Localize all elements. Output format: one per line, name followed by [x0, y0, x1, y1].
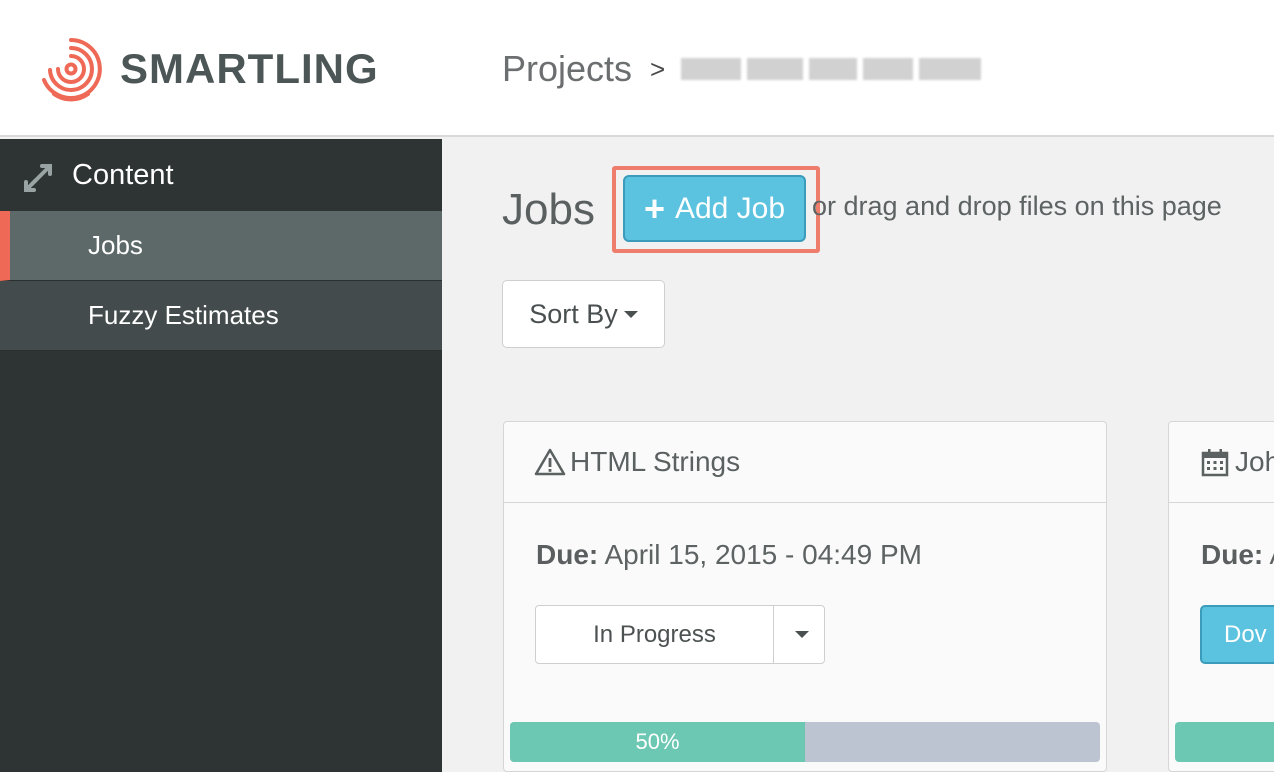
sidebar-item-label: Fuzzy Estimates [88, 300, 279, 330]
drag-drop-hint: or drag and drop files on this page [812, 191, 1222, 221]
add-job-label: Add Job [674, 191, 786, 225]
sidebar: Content Jobs Fuzzy Estimates [0, 139, 442, 772]
sort-by-button[interactable]: Sort By [502, 280, 665, 348]
sidebar-item-jobs[interactable]: Jobs [0, 211, 442, 281]
due-value: April 15, 2015 - 04:49 PM [604, 539, 922, 570]
job-due-date: Due: April 15, 2015 - 04:49 PM [536, 539, 922, 571]
breadcrumb-project-name-redacted [681, 51, 997, 87]
due-label: Due: [1201, 539, 1264, 570]
download-button[interactable]: Dov [1200, 605, 1274, 664]
job-card-header: Joh [1169, 422, 1274, 503]
job-card-title[interactable]: HTML Strings [570, 446, 740, 478]
chevron-down-icon [795, 631, 809, 638]
sidebar-item-fuzzy-estimates[interactable]: Fuzzy Estimates [0, 281, 442, 351]
sidebar-section-content[interactable]: Content [0, 139, 442, 211]
status-label[interactable]: In Progress [536, 606, 774, 663]
job-progress-bar [1175, 722, 1274, 762]
arrows-icon [24, 164, 52, 192]
warning-icon [534, 448, 566, 476]
progress-label: 50% [635, 729, 680, 754]
job-card[interactable]: HTML Strings Due: April 15, 2015 - 04:49… [503, 421, 1107, 772]
job-progress-bar: 50% [510, 722, 1100, 762]
breadcrumb-projects[interactable]: Projects [502, 48, 632, 90]
sidebar-section-title: Content [72, 158, 174, 191]
job-due-date: Due: A [1201, 539, 1274, 571]
breadcrumb-separator: > [650, 53, 666, 84]
due-label: Due: [536, 539, 599, 570]
calendar-icon [1201, 449, 1229, 477]
job-progress-fill: 50% [510, 722, 805, 762]
status-dropdown[interactable]: In Progress [535, 605, 825, 664]
chevron-down-icon [623, 310, 638, 318]
main-content: Jobs + Add Job or drag and drop files on… [442, 139, 1274, 772]
sidebar-item-label: Jobs [88, 230, 143, 260]
add-job-button[interactable]: + Add Job [623, 175, 806, 242]
download-label: Dov [1224, 620, 1267, 648]
top-header: SMARTLING Projects > [0, 0, 1274, 137]
job-card-header: HTML Strings [504, 422, 1106, 503]
job-card[interactable]: Joh Due: A Dov [1168, 421, 1274, 772]
status-toggle[interactable] [774, 606, 824, 663]
due-value: A [1269, 539, 1274, 570]
smartling-logo-icon [42, 38, 102, 102]
plus-icon: + [643, 187, 665, 229]
sort-by-label: Sort By [529, 298, 618, 329]
brand-name: SMARTLING [120, 45, 379, 92]
job-card-title[interactable]: Joh [1235, 446, 1274, 478]
smartling-logo[interactable]: SMARTLING [36, 33, 396, 105]
breadcrumb: Projects > [502, 44, 997, 94]
page-title: Jobs [502, 185, 595, 234]
